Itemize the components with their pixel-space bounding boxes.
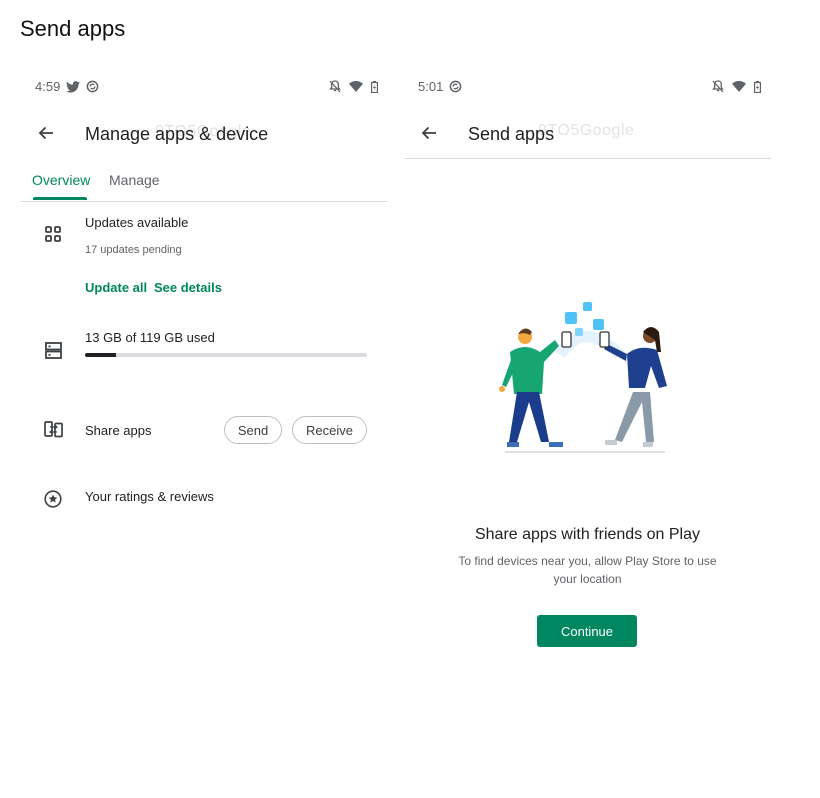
tab-manage[interactable]: Manage	[109, 172, 160, 188]
status-bar-right: 5:01	[418, 79, 462, 94]
ratings-label[interactable]: Your ratings & reviews	[85, 489, 214, 504]
share-illustration	[485, 292, 695, 462]
storage-progress	[85, 353, 367, 357]
share-devices-icon	[44, 421, 63, 438]
battery-icon	[754, 80, 761, 93]
apps-grid-icon	[45, 226, 61, 242]
status-bar-left: 4:59	[35, 79, 99, 94]
topbar-title-right: Send apps	[468, 124, 555, 144]
sync-circle-icon	[449, 80, 462, 93]
updates-subtitle: 17 updates pending	[85, 244, 182, 256]
share-description-line1: To find devices near you, allow Play Sto…	[458, 554, 717, 568]
status-icons-left	[329, 80, 378, 93]
sync-circle-icon	[86, 80, 99, 93]
updates-title: Updates available	[85, 215, 189, 230]
storage-icon	[45, 342, 62, 359]
topbar-divider	[404, 158, 771, 159]
send-button[interactable]: Send	[224, 416, 282, 444]
storage-label: 13 GB of 119 GB used	[85, 330, 215, 345]
tab-indicator	[33, 197, 87, 200]
battery-icon	[371, 80, 378, 93]
arrow-back-icon[interactable]	[37, 124, 55, 142]
see-details-button[interactable]: See details	[154, 280, 222, 295]
topbar-title-left: Manage apps & device	[85, 124, 269, 144]
tab-overview[interactable]: Overview	[32, 172, 90, 188]
status-time: 5:01	[418, 79, 444, 94]
status-time: 4:59	[35, 79, 61, 94]
twitter-icon	[66, 80, 81, 93]
status-icons-right	[712, 80, 761, 93]
update-all-button[interactable]: Update all	[85, 280, 147, 295]
receive-button[interactable]: Receive	[292, 416, 367, 444]
page-title: Send apps	[20, 16, 126, 41]
storage-progress-fill	[85, 353, 116, 357]
share-headline: Share apps with friends on Play	[474, 526, 700, 543]
wifi-icon	[349, 81, 363, 92]
notifications-off-icon	[329, 80, 341, 93]
notifications-off-icon	[712, 80, 724, 93]
star-circle-icon	[44, 490, 62, 508]
arrow-back-icon[interactable]	[420, 124, 438, 142]
tabs-divider	[20, 201, 388, 202]
wifi-icon	[732, 81, 746, 92]
share-apps-label: Share apps	[85, 423, 152, 438]
share-description-line2: your location	[553, 572, 622, 586]
continue-button[interactable]: Continue	[537, 615, 637, 647]
